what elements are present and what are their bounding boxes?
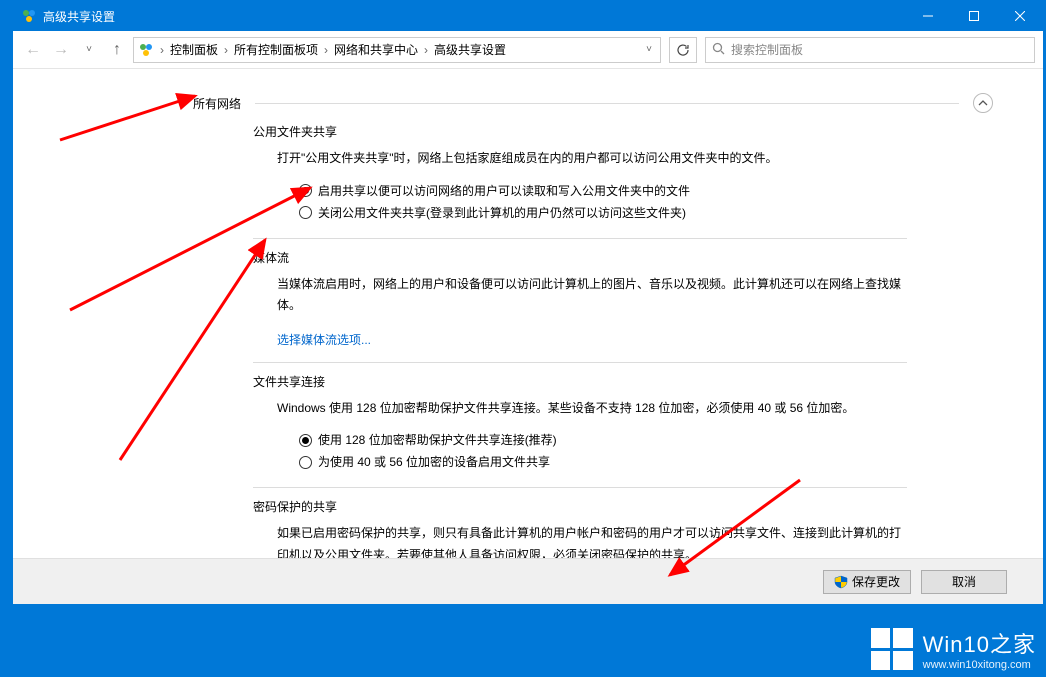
app-icon (21, 8, 37, 24)
chevron-right-icon[interactable]: › (158, 43, 166, 57)
radio-icon (299, 434, 312, 447)
section-all-networks: 所有网络 (193, 93, 1007, 113)
watermark-brand-zh: 之家 (990, 632, 1036, 657)
refresh-button[interactable] (669, 37, 697, 63)
public-share-radios: 启用共享以便可以访问网络的用户可以读取和写入公用文件夹中的文件 关闭公用文件夹共… (299, 180, 907, 224)
radio-icon (299, 206, 312, 219)
radio-enable-public-share[interactable]: 启用共享以便可以访问网络的用户可以读取和写入公用文件夹中的文件 (299, 180, 907, 202)
password-heading: 密码保护的共享 (253, 498, 907, 515)
watermark-url: www.win10xitong.com (923, 659, 1036, 671)
radio-40-56bit[interactable]: 为使用 40 或 56 位加密的设备启用文件共享 (299, 451, 907, 473)
back-button[interactable]: ← (21, 38, 45, 62)
address-bar[interactable]: › 控制面板 › 所有控制面板项 › 网络和共享中心 › 高级共享设置 ˅ (133, 37, 661, 63)
shield-icon (834, 575, 848, 589)
chevron-right-icon[interactable]: › (322, 43, 330, 57)
navigation-bar: ← → ˅ ↑ › 控制面板 › 所有控制面板项 › 网络和共享中心 › 高级共… (13, 31, 1043, 69)
radio-label: 使用 128 位加密帮助保护文件共享连接(推荐) (318, 429, 557, 451)
recent-locations-button[interactable]: ˅ (77, 38, 101, 62)
minimize-button[interactable] (905, 1, 951, 31)
file-conn-heading: 文件共享连接 (253, 373, 907, 390)
breadcrumb[interactable]: 所有控制面板项 (234, 41, 318, 58)
content-area: 所有网络 公用文件夹共享 打开"公用文件夹共享"时，网络上包括家庭组成员在内的用… (13, 69, 1043, 558)
radio-label: 为使用 40 或 56 位加密的设备启用文件共享 (318, 451, 550, 473)
radio-label: 关闭公用文件夹共享(登录到此计算机的用户仍然可以访问这些文件夹) (318, 202, 686, 224)
maximize-button[interactable] (951, 1, 997, 31)
forward-button[interactable]: → (49, 38, 73, 62)
close-button[interactable] (997, 1, 1043, 31)
public-share-heading: 公用文件夹共享 (253, 123, 907, 140)
file-conn-radios: 使用 128 位加密帮助保护文件共享连接(推荐) 为使用 40 或 56 位加密… (299, 429, 907, 473)
radio-disable-public-share[interactable]: 关闭公用文件夹共享(登录到此计算机的用户仍然可以访问这些文件夹) (299, 202, 907, 224)
radio-icon (299, 456, 312, 469)
breadcrumb[interactable]: 网络和共享中心 (334, 41, 418, 58)
windows-logo-icon (871, 628, 913, 670)
window-title: 高级共享设置 (43, 8, 115, 25)
location-icon (138, 42, 154, 58)
save-label: 保存更改 (852, 573, 900, 590)
watermark-brand-en: Win10 (923, 632, 990, 657)
breadcrumb[interactable]: 高级共享设置 (434, 41, 506, 58)
chevron-right-icon[interactable]: › (222, 43, 230, 57)
cancel-button[interactable]: 取消 (921, 570, 1007, 594)
content-scroll[interactable]: 所有网络 公用文件夹共享 打开"公用文件夹共享"时，网络上包括家庭组成员在内的用… (13, 69, 1027, 558)
media-desc: 当媒体流启用时，网络上的用户和设备便可以访问此计算机上的图片、音乐以及视频。此计… (277, 274, 907, 317)
save-button[interactable]: 保存更改 (823, 570, 911, 594)
search-icon (712, 42, 725, 58)
watermark: Win10之家 www.win10xitong.com (871, 627, 1036, 671)
radio-128bit[interactable]: 使用 128 位加密帮助保护文件共享连接(推荐) (299, 429, 907, 451)
section-title: 所有网络 (193, 95, 241, 112)
chevron-right-icon[interactable]: › (422, 43, 430, 57)
radio-label: 启用共享以便可以访问网络的用户可以读取和写入公用文件夹中的文件 (318, 180, 690, 202)
cancel-label: 取消 (952, 573, 976, 590)
file-conn-desc: Windows 使用 128 位加密帮助保护文件共享连接。某些设备不支持 128… (277, 398, 907, 420)
media-heading: 媒体流 (253, 249, 907, 266)
search-input[interactable]: 搜索控制面板 (705, 37, 1035, 63)
footer: 保存更改 取消 (13, 558, 1043, 604)
media-options-link[interactable]: 选择媒体流选项... (277, 331, 371, 348)
titlebar: 高级共享设置 (13, 1, 1043, 31)
divider (255, 103, 959, 104)
up-button[interactable]: ↑ (105, 38, 129, 62)
public-share-desc: 打开"公用文件夹共享"时，网络上包括家庭组成员在内的用户都可以访问公用文件夹中的… (277, 148, 907, 170)
radio-icon (299, 184, 312, 197)
collapse-button[interactable] (973, 93, 993, 113)
window: 高级共享设置 ← → ˅ ↑ › 控制面板 › 所有控制面板项 › 网络和共享中… (12, 0, 1044, 605)
search-placeholder: 搜索控制面板 (731, 41, 803, 58)
password-desc: 如果已启用密码保护的共享，则只有具备此计算机的用户帐户和密码的用户才可以访问共享… (277, 523, 907, 558)
breadcrumb[interactable]: 控制面板 (170, 41, 218, 58)
address-dropdown-icon[interactable]: ˅ (642, 44, 656, 55)
